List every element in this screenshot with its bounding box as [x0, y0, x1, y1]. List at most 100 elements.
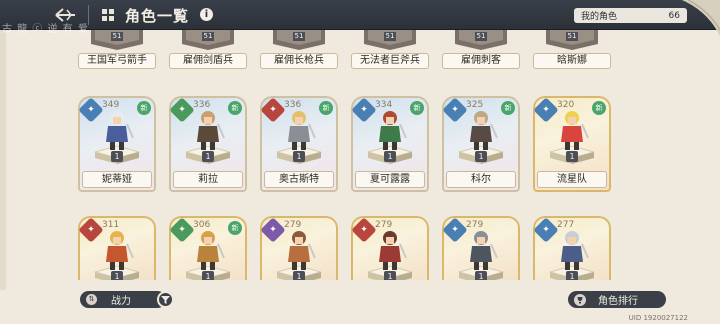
character-sprite: [191, 108, 225, 152]
character-name[interactable]: 无法者巨斧兵: [351, 53, 429, 69]
new-badge: 新: [592, 101, 606, 115]
user-id: UID 1920027122: [628, 314, 688, 322]
character-sprite: [100, 228, 134, 272]
character-sprite: [464, 108, 498, 152]
element-badge-icon: ✦: [78, 217, 104, 243]
character-power: 349: [102, 100, 120, 110]
characters-icon: [102, 9, 114, 21]
character-sprite: [464, 228, 498, 272]
character-sprite: [100, 108, 134, 152]
top-bar: 角色一覧 i 我的角色 66: [0, 0, 720, 30]
new-badge: 新: [410, 101, 424, 115]
character-name[interactable]: 王国军弓箭手: [78, 53, 156, 69]
character-name[interactable]: 雇佣刺客: [442, 53, 520, 69]
element-badge-icon: ✦: [351, 217, 377, 243]
character-rank: 1: [293, 151, 305, 162]
character-power: 334: [375, 100, 393, 110]
new-badge: 新: [228, 221, 242, 235]
element-badge-icon: ✦: [169, 217, 195, 243]
character-rank: 1: [202, 151, 214, 162]
element-badge-icon: ✦: [533, 97, 559, 123]
bottom-bar: ⇅ 战力 角色排行 UID 1920027122: [0, 284, 720, 324]
character-sprite: [555, 108, 589, 152]
character-rank: 1: [384, 271, 396, 280]
character-power: 277: [557, 220, 575, 230]
character-level: 51: [203, 32, 213, 40]
character-card[interactable]: ✦ 279 1: [351, 216, 429, 280]
character-rank: 1: [566, 271, 578, 280]
my-characters-counter: 我的角色 66: [574, 8, 687, 23]
character-name: 流星队: [537, 171, 607, 188]
character-rank: 1: [566, 151, 578, 162]
element-badge-icon: ✦: [442, 217, 468, 243]
character-power: 279: [284, 220, 302, 230]
my-characters-count: 66: [668, 10, 680, 21]
element-badge-icon: ✦: [169, 97, 195, 123]
character-card[interactable]: ✦ 336 新 1 奥古斯特: [260, 96, 338, 192]
character-power: 279: [375, 220, 393, 230]
character-card[interactable]: ✦ 349 新 1 妮蒂娅: [78, 96, 156, 192]
character-card[interactable]: ✦ 311 1: [78, 216, 156, 280]
character-rank: 1: [475, 151, 487, 162]
character-rank: 1: [111, 151, 123, 162]
character-power: 320: [557, 100, 575, 110]
character-name[interactable]: 雇佣长枪兵: [260, 53, 338, 69]
character-card[interactable]: ✦ 277 1: [533, 216, 611, 280]
character-level: 51: [567, 32, 577, 40]
character-sprite: [555, 228, 589, 272]
character-name: 科尔: [446, 171, 516, 188]
character-power: 325: [466, 100, 484, 110]
character-card[interactable]: ✦ 279 1: [260, 216, 338, 280]
sort-order-icon: ⇅: [86, 294, 97, 305]
left-edge-decoration: [0, 30, 6, 290]
element-badge-icon: ✦: [533, 217, 559, 243]
new-badge: 新: [501, 101, 515, 115]
character-ranking-button[interactable]: 角色排行: [568, 291, 666, 308]
character-sprite: [191, 228, 225, 272]
character-ranking-label: 角色排行: [598, 296, 638, 307]
character-rank: 1: [293, 271, 305, 280]
filter-icon: [161, 296, 170, 304]
element-badge-icon: ✦: [351, 97, 377, 123]
character-rank: 1: [384, 151, 396, 162]
info-icon[interactable]: i: [200, 8, 213, 21]
character-name: 奥古斯特: [264, 171, 334, 188]
page-title: 角色一覧: [125, 7, 190, 25]
character-name[interactable]: 雇佣剑盾兵: [169, 53, 247, 69]
character-level: 51: [476, 32, 486, 40]
element-badge-icon: ✦: [78, 97, 104, 123]
character-sprite: [282, 108, 316, 152]
trophy-icon: [574, 293, 586, 306]
character-level: 51: [385, 32, 395, 40]
character-card[interactable]: ✦ 279 1: [442, 216, 520, 280]
character-card[interactable]: ✦ 325 新 1 科尔: [442, 96, 520, 192]
character-rank: 1: [111, 271, 123, 280]
power-sort-label: 战力: [111, 296, 131, 307]
pedestal: 51: [174, 30, 242, 52]
character-name: 夏可露露: [355, 171, 425, 188]
character-grid[interactable]: 51 王国军弓箭手 51 雇佣剑盾兵 51 雇佣长枪兵 51 无法者巨斧兵 51 雇佣刺客 51 晗斯…: [78, 30, 686, 280]
character-card[interactable]: ✦ 334 新 1 夏可露露: [351, 96, 429, 192]
character-power: 336: [284, 100, 302, 110]
character-sprite: [373, 228, 407, 272]
character-power: 306: [193, 220, 211, 230]
pedestal: 51: [83, 30, 151, 52]
pedestal: 51: [447, 30, 515, 52]
character-level: 51: [112, 32, 122, 40]
element-badge-icon: ✦: [260, 97, 286, 123]
pedestal: 51: [538, 30, 606, 52]
element-badge-icon: ✦: [442, 97, 468, 123]
character-name[interactable]: 晗斯娜: [533, 53, 611, 69]
filter-button[interactable]: [157, 291, 174, 308]
character-card[interactable]: ✦ 336 新 1 莉拉: [169, 96, 247, 192]
character-level: 51: [294, 32, 304, 40]
character-card[interactable]: ✦ 306 新 1: [169, 216, 247, 280]
new-badge: 新: [228, 101, 242, 115]
character-sprite: [373, 108, 407, 152]
character-rank: 1: [202, 271, 214, 280]
character-power: 336: [193, 100, 211, 110]
power-sort-button[interactable]: ⇅ 战力: [80, 291, 166, 308]
character-card[interactable]: ✦ 320 新 1 流星队: [533, 96, 611, 192]
character-power: 311: [102, 220, 120, 230]
new-badge: 新: [137, 101, 151, 115]
